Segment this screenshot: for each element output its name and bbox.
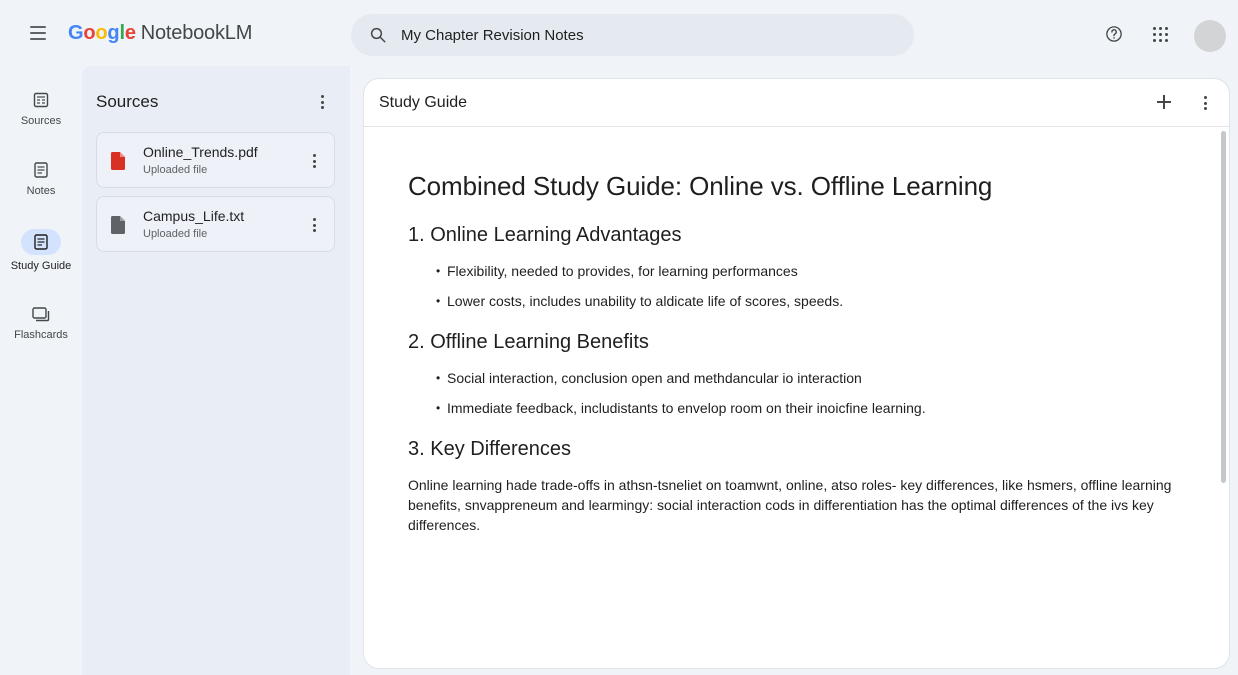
apps-icon[interactable] <box>1153 27 1169 43</box>
search-icon <box>370 27 386 43</box>
search-input[interactable]: My Chapter Revision Notes <box>401 27 584 44</box>
section-heading: 1. Online Learning Advantages <box>408 224 682 246</box>
study-guide-header: Study Guide <box>364 79 1229 127</box>
rail-item-label: Sources <box>20 115 62 127</box>
bullet-list: Social interaction, conclusion open and … <box>436 370 1188 416</box>
study-guide-panel-title: Study Guide <box>379 94 468 111</box>
rail-item-label: Flashcards <box>14 329 68 341</box>
rail-item-label: Study Guide <box>10 260 72 272</box>
list-item: Social interaction, conclusion open and … <box>436 370 1188 386</box>
source-name: Online_Trends.pdf <box>143 144 258 160</box>
section-heading: 3. Key Differences <box>408 438 572 460</box>
list-item: Flexibility, needed to provides, for lea… <box>436 263 1188 279</box>
menu-icon[interactable] <box>30 26 46 40</box>
help-icon[interactable] <box>1105 25 1123 43</box>
rail-item-sources[interactable]: Sources <box>0 90 82 127</box>
product-name: NotebookLM <box>140 22 253 44</box>
rail-item-notes[interactable]: Notes <box>0 160 82 197</box>
section-heading: 2. Offline Learning Benefits <box>408 331 649 353</box>
sources-panel-title: Sources <box>96 92 159 111</box>
study-guide-more-icon[interactable] <box>1200 96 1210 110</box>
sources-icon <box>26 90 56 110</box>
notes-icon <box>26 160 56 180</box>
study-guide-panel: Study Guide Combined Study Guide: Online… <box>363 78 1230 669</box>
list-item: Lower costs, includes unability to aldic… <box>436 293 1188 309</box>
top-bar: Google NotebookLM My Chapter Revision No… <box>0 0 1238 66</box>
navigation-rail: Sources Notes Study Guide Flashcards <box>0 66 82 675</box>
rail-item-study-guide[interactable]: Study Guide <box>0 229 82 272</box>
list-item: Immediate feedback, includistants to env… <box>436 400 1188 416</box>
document-title: Combined Study Guide: Online vs. Offline… <box>408 171 993 201</box>
add-icon[interactable] <box>1156 94 1172 110</box>
rail-item-flashcards[interactable]: Flashcards <box>0 304 82 341</box>
source-name: Campus_Life.txt <box>143 208 245 224</box>
source-more-icon[interactable] <box>309 218 319 232</box>
source-more-icon[interactable] <box>309 154 319 168</box>
text-file-icon <box>111 216 125 234</box>
search-bar[interactable]: My Chapter Revision Notes <box>351 14 914 56</box>
pdf-file-icon <box>111 152 125 170</box>
rail-item-label: Notes <box>26 185 56 197</box>
avatar[interactable] <box>1194 20 1226 52</box>
sources-panel: Sources Online_Trends.pdf Uploaded file … <box>82 66 350 675</box>
scrollbar[interactable] <box>1221 131 1226 483</box>
flashcards-icon <box>26 304 56 324</box>
source-subtitle: Uploaded file <box>143 228 208 240</box>
study-guide-document: Combined Study Guide: Online vs. Offline… <box>408 171 1188 535</box>
sources-more-icon[interactable] <box>317 95 327 109</box>
google-wordmark: Google <box>68 22 136 44</box>
source-subtitle: Uploaded file <box>143 164 208 176</box>
source-card-campus-life[interactable]: Campus_Life.txt Uploaded file <box>96 196 335 252</box>
bullet-list: Flexibility, needed to provides, for lea… <box>436 263 1188 309</box>
study-guide-icon <box>21 229 61 255</box>
app-logo[interactable]: Google NotebookLM <box>68 22 252 45</box>
section-paragraph: Online learning hade trade-offs in athsn… <box>408 477 1172 533</box>
source-card-online-trends[interactable]: Online_Trends.pdf Uploaded file <box>96 132 335 188</box>
